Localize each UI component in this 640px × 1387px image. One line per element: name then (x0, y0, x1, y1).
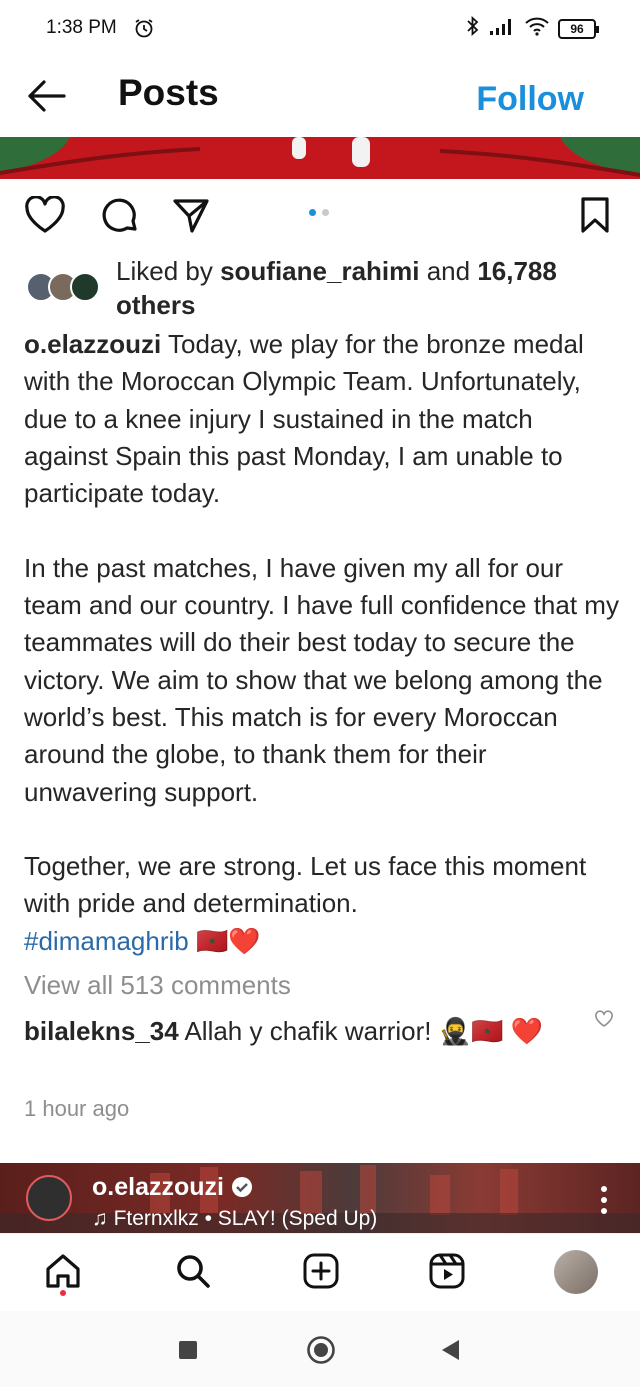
view-all-comments-link[interactable]: View all 513 comments (24, 970, 291, 1001)
status-bar: 1:38 PM 96 (0, 0, 640, 60)
post-image[interactable] (0, 137, 640, 179)
caption-username[interactable]: o.elazzouzi (24, 329, 161, 359)
wifi-icon (524, 16, 550, 41)
bookmark-icon[interactable] (580, 196, 610, 239)
comment-like-heart-icon[interactable] (594, 1010, 614, 1033)
bottom-navigation (0, 1233, 640, 1311)
carousel-indicator (309, 209, 329, 216)
status-time: 1:38 PM (46, 17, 117, 38)
liker-avatars (26, 272, 106, 306)
post-timestamp: 1 hour ago (24, 1096, 130, 1121)
bluetooth-icon (466, 15, 480, 42)
likes-count[interactable]: 16,788 (477, 256, 557, 286)
home-icon[interactable] (44, 1252, 82, 1295)
system-navigation (0, 1311, 640, 1387)
page-title: Posts (118, 72, 219, 113)
signal-icon (488, 16, 516, 41)
carousel-dot (309, 209, 316, 216)
battery-indicator: 96 (558, 18, 599, 39)
next-post-header[interactable]: o.elazzouzi ♫ Fternxlkz • SLAY! (Sped Up… (0, 1163, 640, 1233)
likes-summary[interactable]: Liked by soufiane_rahimi and 16,788 other… (24, 254, 614, 322)
likes-middle: and (419, 256, 478, 286)
likes-text: Liked by soufiane_rahimi and 16,788 other… (116, 254, 606, 322)
back-arrow-icon[interactable] (24, 78, 68, 119)
next-post-username[interactable]: o.elazzouzi (92, 1173, 253, 1202)
avatar[interactable] (26, 1175, 72, 1221)
next-post-music[interactable]: ♫ Fternxlkz • SLAY! (Sped Up) (92, 1207, 377, 1231)
post-caption: o.elazzouzi Today, we play for the bronz… (24, 326, 620, 960)
caption-emoji: 🇲🇦❤️ (188, 925, 261, 956)
alarm-icon (133, 17, 155, 44)
heart-icon[interactable] (24, 195, 66, 239)
hashtag-link[interactable]: #dimamaghrib (24, 926, 189, 956)
comment-text: Allah y chafik warrior! 🥷🇲🇦 ❤️ (178, 1016, 544, 1046)
likes-others[interactable]: others (116, 290, 195, 320)
avatar (70, 272, 100, 302)
liker-username[interactable]: soufiane_rahimi (220, 256, 419, 286)
likes-prefix: Liked by (116, 256, 221, 286)
reels-icon[interactable] (428, 1252, 466, 1295)
system-back-icon[interactable] (440, 1339, 460, 1366)
comment-item: bilalekns_34 Allah y chafik warrior! 🥷🇲🇦… (24, 1012, 564, 1050)
comment-username[interactable]: bilalekns_34 (24, 1016, 179, 1046)
profile-avatar[interactable] (554, 1250, 598, 1294)
carousel-dot (322, 209, 329, 216)
search-icon[interactable] (174, 1252, 212, 1295)
recents-icon[interactable] (178, 1340, 198, 1365)
notification-dot (60, 1290, 66, 1296)
create-icon[interactable] (302, 1252, 340, 1295)
caption-text: Today, we play for the bronze medal with… (24, 329, 619, 919)
post-actions (0, 190, 640, 242)
top-bar: Posts Follow (0, 60, 640, 138)
more-options-icon[interactable] (600, 1185, 608, 1220)
share-icon[interactable] (172, 196, 210, 239)
status-indicators: 96 (466, 15, 599, 42)
system-home-icon[interactable] (306, 1335, 336, 1370)
comment-icon[interactable] (100, 196, 140, 241)
follow-button[interactable]: Follow (476, 80, 584, 119)
verified-badge-icon (231, 1177, 252, 1197)
